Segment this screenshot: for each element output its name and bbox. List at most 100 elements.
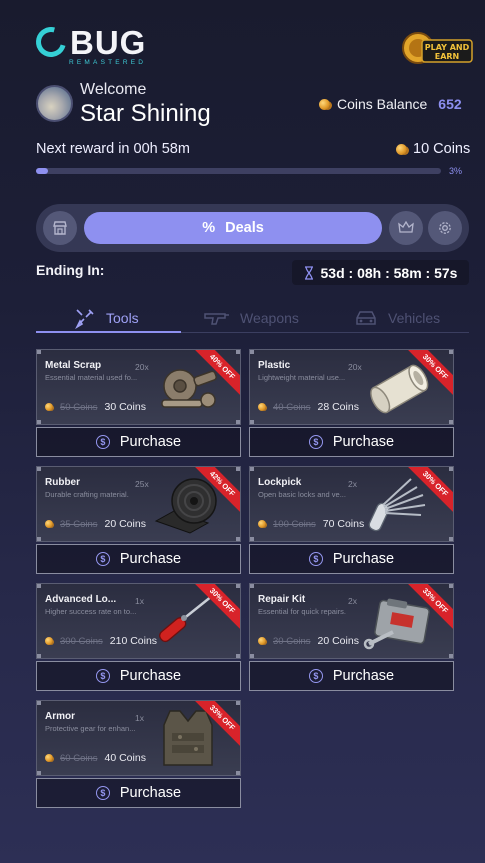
card-corner [449, 654, 453, 658]
item-description: Essential material used fo... [45, 373, 138, 382]
item-card[interactable]: Armor 1x Protective gear for enhan... 60 Co… [36, 700, 241, 776]
coin-icon [396, 143, 407, 155]
purchase-button[interactable]: $ Purchase [36, 427, 241, 457]
item-name: Lockpick [258, 477, 302, 488]
tab-weapons-label: Weapons [240, 310, 299, 326]
item-description: Protective gear for enhan... [45, 724, 136, 733]
item-quantity: 20x [348, 362, 362, 372]
item-card[interactable]: Plastic 20x Lightweight material use... 40 … [249, 349, 454, 425]
card-corner [449, 420, 453, 424]
gun-icon [204, 313, 229, 325]
dollar-icon: $ [308, 552, 323, 566]
item-price: 300 Coins 210 Coins [45, 635, 157, 647]
item-quantity: 2x [348, 596, 357, 606]
coin-icon [45, 754, 53, 762]
svg-text:PLAY AND: PLAY AND [425, 43, 470, 52]
dollar-icon: $ [308, 435, 323, 449]
card-corner [250, 537, 254, 541]
item-description: Open basic locks and ve... [258, 490, 346, 499]
item-new-price: 20 Coins [104, 518, 146, 530]
card-corner [250, 467, 254, 471]
item-old-price: 30 Coins [273, 635, 311, 647]
item-name: Advanced Lo... [45, 594, 117, 605]
card-corner [449, 350, 453, 354]
purchase-label: Purchase [119, 785, 182, 801]
logo-ring-icon [30, 21, 72, 63]
coin-icon [45, 520, 53, 528]
reward-progress-bar [36, 168, 441, 174]
purchase-button[interactable]: $ Purchase [249, 427, 454, 457]
ending-in-label: Ending In: [36, 262, 105, 278]
card-corner [37, 771, 41, 775]
card-corner [37, 467, 41, 471]
item-price: 100 Coins 70 Coins [258, 518, 364, 530]
item-name: Armor [45, 711, 76, 722]
dollar-icon: $ [95, 786, 110, 800]
item-description: Durable crafting material. [45, 490, 129, 499]
card-corner [37, 420, 41, 424]
shop-tab-bar: % Deals [36, 204, 469, 252]
coin-icon [319, 98, 330, 110]
car-icon [356, 311, 376, 325]
item-card[interactable]: Repair Kit 2x Essential for quick repairs.… [249, 583, 454, 659]
card-corner [250, 584, 254, 588]
item-price: 30 Coins 20 Coins [258, 635, 359, 647]
card-corner [236, 584, 240, 588]
store-tab-button[interactable] [43, 211, 77, 245]
store-icon [53, 221, 67, 235]
purchase-label: Purchase [119, 551, 182, 567]
purchase-button[interactable]: $ Purchase [36, 778, 241, 808]
deals-tab-button[interactable]: % Deals [84, 212, 382, 244]
item-card[interactable]: Metal Scrap 20x Essential material used fo… [36, 349, 241, 425]
card-corner [37, 584, 41, 588]
premium-tab-button[interactable] [389, 211, 423, 245]
purchase-label: Purchase [119, 668, 182, 684]
purchase-button[interactable]: $ Purchase [36, 661, 241, 691]
item-price: 60 Coins 40 Coins [45, 752, 146, 764]
item-card[interactable]: Advanced Lo... 1x Higher success rate on t… [36, 583, 241, 659]
item-new-price: 20 Coins [317, 635, 359, 647]
card-corner [236, 701, 240, 705]
tools-icon [75, 309, 94, 329]
coins-balance: Coins Balance 652 [319, 96, 462, 112]
username: Star Shining [80, 100, 211, 127]
purchase-button[interactable]: $ Purchase [249, 661, 454, 691]
countdown-value: 53d : 08h : 58m : 57s [320, 264, 458, 281]
coin-icon [258, 403, 266, 411]
tab-vehicles[interactable]: Vehicles [354, 303, 440, 333]
tab-vehicles-label: Vehicles [388, 310, 441, 326]
card-corner [37, 350, 41, 354]
item-old-price: 50 Coins [60, 401, 98, 413]
item-old-price: 40 Coins [273, 401, 311, 413]
item-name: Rubber [45, 477, 80, 488]
item-price: 35 Coins 20 Coins [45, 518, 146, 530]
dollar-icon: $ [95, 552, 110, 566]
item-new-price: 70 Coins [322, 518, 365, 530]
item-name: Repair Kit [258, 594, 306, 605]
settings-tab-button[interactable] [428, 211, 462, 245]
crown-icon [398, 221, 414, 233]
card-corner [449, 467, 453, 471]
coin-icon [258, 637, 266, 645]
avatar[interactable] [36, 85, 73, 122]
svg-text:EARN: EARN [435, 52, 460, 61]
balance-value: 652 [438, 96, 462, 112]
item-card[interactable]: Rubber 25x Durable crafting material. 35 Co… [36, 466, 241, 542]
item-price: 50 Coins 30 Coins [45, 401, 146, 413]
purchase-button[interactable]: $ Purchase [36, 544, 241, 574]
balance-label: Coins Balance [337, 96, 428, 112]
item-description: Higher success rate on to... [45, 607, 137, 616]
coin-icon [258, 520, 266, 528]
dollar-icon: $ [95, 435, 110, 449]
reward-amount: 10 Coins [396, 141, 470, 157]
tab-weapons[interactable]: Weapons [204, 303, 299, 333]
purchase-button[interactable]: $ Purchase [249, 544, 454, 574]
item-card[interactable]: Lockpick 2x Open basic locks and ve... 100 … [249, 466, 454, 542]
purchase-label: Purchase [332, 551, 395, 567]
logo-subtitle: REMASTERED [69, 59, 147, 66]
card-corner [250, 420, 254, 424]
gear-icon [439, 222, 451, 234]
tab-tools[interactable]: Tools [74, 303, 139, 333]
card-corner [236, 771, 240, 775]
item-old-price: 100 Coins [273, 518, 316, 530]
